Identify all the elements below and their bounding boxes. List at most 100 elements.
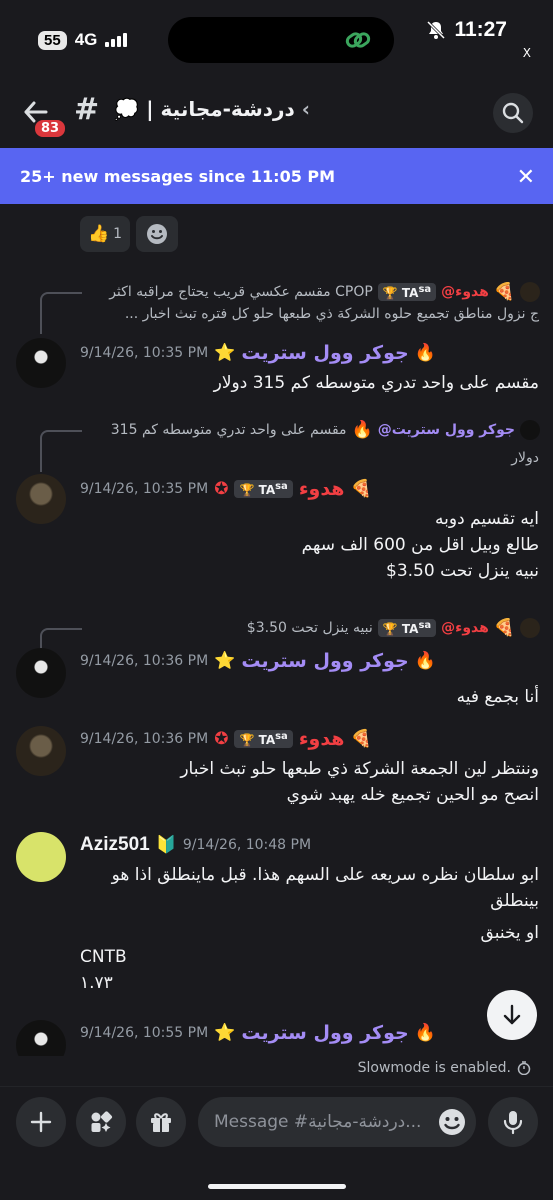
author-name[interactable]: هدوء — [299, 478, 345, 500]
emoji-picker-icon[interactable] — [436, 1106, 468, 1138]
reply-author: @هدوء — [441, 620, 489, 636]
avatar[interactable] — [16, 474, 66, 524]
status-x-label: X — [522, 46, 531, 60]
add-attachment-button[interactable] — [16, 1097, 66, 1147]
status-right: 11:27 — [426, 18, 507, 42]
role-tag: 🏆 TAsa — [377, 283, 437, 301]
search-icon — [502, 102, 524, 124]
message-item[interactable]: 🍕 @هدوء 🏆 TAsa نبيه ينزل تحت 3.50$ 🔥 جوك… — [0, 614, 553, 714]
battery-indicator: 55 — [38, 30, 67, 50]
reply-preview[interactable]: @جوكر وول ستريت 🔥 مقسم على واحد تدري متو… — [80, 420, 540, 440]
message-line: مقسم على واحد تدري متوسطه كم 315 دولار — [213, 373, 539, 393]
gift-button[interactable] — [136, 1097, 186, 1147]
channel-header: 83 # › دردشة-مجانية | 💭 — [0, 78, 553, 146]
role-tag: 🏆 TAsa — [234, 730, 293, 748]
reply-text-continued: ج نزول مناطق تجميع حلوه الشركة ذي طبعها … — [124, 306, 539, 322]
message-line: او يخنبق — [480, 923, 539, 943]
message-body: وننتظر لين الجمعة الشركة ذي طبعها حلو تب… — [79, 756, 539, 808]
message-item[interactable]: 🍕 @هدوء 🏆 TAsa CPOP مقسم عكسي قريب يحتاج… — [0, 278, 553, 398]
reply-text-continued: دولار — [511, 450, 539, 466]
badge-icon: ✪ — [214, 729, 229, 749]
avatar[interactable] — [16, 338, 66, 388]
message-line: وننتظر لين الجمعة الشركة ذي طبعها حلو تب… — [180, 759, 539, 779]
reply-avatar — [520, 420, 540, 440]
timestamp: 9/14/26, 10:35 PM — [80, 345, 209, 361]
pizza-icon: 🍕 — [350, 729, 372, 749]
thumbs-up-icon: 👍 — [88, 224, 110, 244]
message-body: ابو سلطان نظره سريعه على السهم هذا. قبل … — [79, 862, 539, 946]
hash-icon: # — [74, 92, 100, 127]
timer-icon — [517, 1061, 531, 1075]
message-line: ١.٧٣ — [80, 973, 113, 993]
pizza-icon: 🍕 — [493, 618, 515, 638]
message-header: 🔥 جوكر وول ستريت ⭐ 9/14/26, 10:35 PM — [80, 342, 540, 364]
reply-preview[interactable]: 🍕 @هدوء 🏆 TAsa CPOP مقسم عكسي قريب يحتاج… — [80, 282, 540, 302]
message-item[interactable]: Aziz501 🔰 9/14/26, 10:48 PM ابو سلطان نظ… — [0, 828, 553, 1008]
gift-icon — [151, 1113, 171, 1132]
reaction-thumbs-up[interactable]: 👍 1 — [80, 216, 131, 252]
reply-text: CPOP مقسم عكسي قريب يحتاج مراقبه اكثر — [109, 284, 373, 300]
message-feed[interactable]: 👍 1 🍕 @هدوء 🏆 TAsa CPOP مقسم عكسي قريب يح… — [0, 204, 553, 1056]
avatar[interactable] — [16, 648, 66, 698]
message-placeholder: Message #دردشة-مجانية... — [214, 1112, 422, 1132]
message-line: ايه تقسيم دوبه — [435, 509, 539, 529]
author-name[interactable]: هدوء — [299, 728, 345, 750]
unread-count-badge: 83 — [33, 118, 68, 139]
composer-bar: Message #دردشة-مجانية... — [0, 1086, 553, 1200]
message-line: نبيه ينزل تحت 3.50$ — [386, 561, 539, 581]
channel-title[interactable]: › دردشة-مجانية | 💭 — [100, 97, 310, 121]
author-name[interactable]: جوكر وول ستريت — [241, 1022, 408, 1044]
search-button[interactable] — [493, 93, 533, 133]
reply-connector — [40, 292, 82, 334]
chevron-icon: › — [301, 97, 310, 121]
plus-icon — [30, 1111, 52, 1133]
home-indicator[interactable] — [208, 1184, 346, 1189]
add-reaction-button[interactable] — [136, 216, 179, 252]
star-icon: ⭐ — [214, 343, 236, 363]
reply-avatar — [520, 618, 540, 638]
avatar[interactable] — [16, 726, 66, 776]
pizza-icon: 🍕 — [493, 282, 515, 302]
slowmode-indicator: Slowmode is enabled. — [358, 1060, 531, 1076]
channel-name: دردشة-مجانية | 💭 — [114, 97, 295, 121]
reply-connector — [40, 430, 82, 472]
new-messages-banner[interactable]: 25+ new messages since 11:05 PM ✕ — [0, 148, 553, 204]
timestamp: 9/14/26, 10:36 PM — [80, 731, 209, 747]
message-line: انصح مو الحين تجميع خله يهبد شوي — [286, 785, 539, 805]
microphone-icon — [503, 1111, 523, 1135]
author-name[interactable]: جوكر وول ستريت — [241, 650, 408, 672]
author-name[interactable]: Aziz501 — [80, 834, 150, 856]
message-input[interactable]: Message #دردشة-مجانية... — [198, 1097, 476, 1147]
fire-icon: 🔥 — [414, 343, 436, 363]
reaction-count: 1 — [113, 226, 123, 242]
author-name[interactable]: جوكر وول ستريت — [241, 342, 408, 364]
dynamic-island — [168, 17, 394, 63]
reactions-bar: 👍 1 — [80, 216, 179, 252]
star-icon: ⭐ — [214, 1023, 236, 1043]
network-label: 4G — [74, 30, 98, 49]
status-bar: 55 4G 11:27 X — [0, 0, 553, 70]
close-icon[interactable]: ✕ — [517, 165, 535, 190]
message-item[interactable]: 🍕 هدوء 🏆 TAsa ✪ 9/14/26, 10:36 PM وننتظر… — [0, 722, 553, 822]
message-item[interactable]: 🔥 جوكر وول ستريت ⭐ 9/14/26, 10:55 PM — [0, 1016, 553, 1056]
apps-button[interactable] — [76, 1097, 126, 1147]
message-body: مقسم على واحد تدري متوسطه كم 315 دولار — [79, 370, 539, 396]
beginner-icon: 🔰 — [155, 835, 177, 855]
pizza-icon: 🍕 — [350, 479, 372, 499]
message-line: طالع وبيل اقل من 600 الف سهم — [301, 535, 539, 555]
reply-author: @هدوء — [441, 284, 489, 300]
voice-message-button[interactable] — [488, 1097, 538, 1147]
message-line: CNTB — [80, 947, 127, 967]
message-line: ابو سلطان نظره سريعه على السهم هذا. قبل … — [111, 865, 539, 911]
reply-preview[interactable]: 🍕 @هدوء 🏆 TAsa نبيه ينزل تحت 3.50$ — [80, 618, 540, 638]
jump-to-bottom-button[interactable] — [487, 990, 537, 1040]
arrow-down-icon — [503, 1004, 521, 1025]
message-body: ايه تقسيم دوبه طالع وبيل اقل من 600 الف … — [79, 506, 539, 584]
role-tag: 🏆 TAsa — [377, 619, 437, 637]
message-body: أنا بجمع فيه — [79, 684, 539, 710]
message-header: 🍕 هدوء 🏆 TAsa ✪ 9/14/26, 10:35 PM — [80, 478, 540, 500]
avatar[interactable] — [16, 832, 66, 882]
message-item[interactable]: @جوكر وول ستريت 🔥 مقسم على واحد تدري متو… — [0, 414, 553, 594]
avatar[interactable] — [16, 1020, 66, 1056]
timestamp: 9/14/26, 10:55 PM — [80, 1025, 209, 1041]
